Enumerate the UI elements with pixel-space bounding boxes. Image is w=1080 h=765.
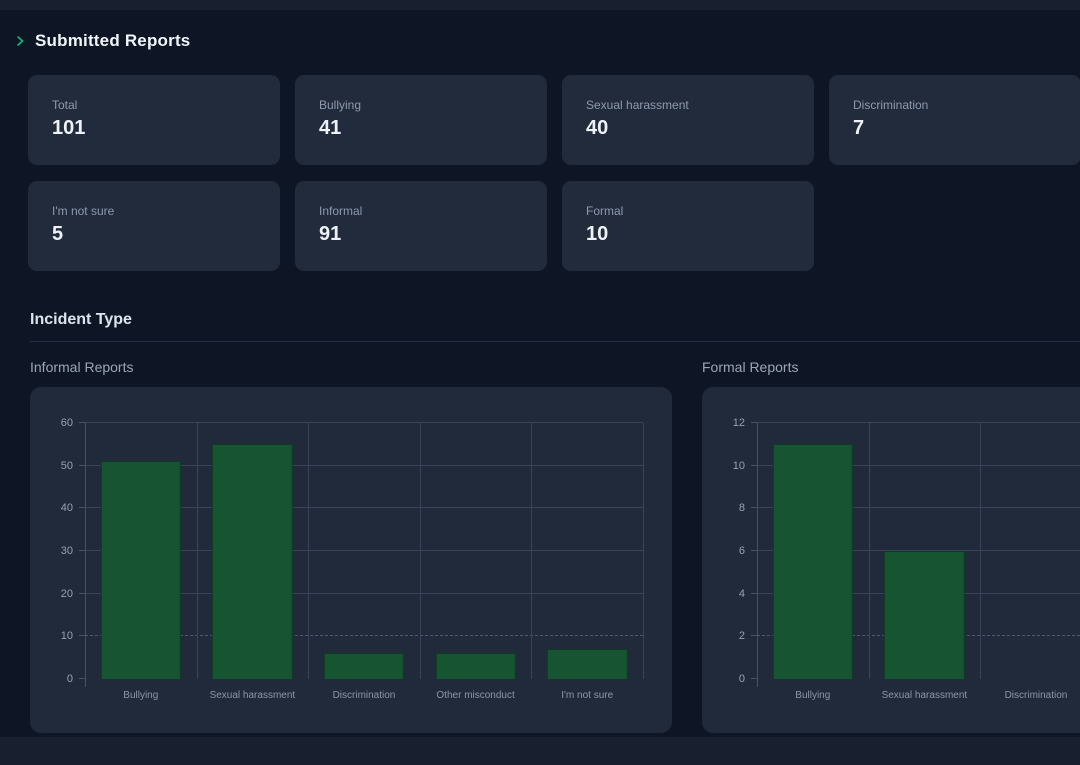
chevron-right-icon[interactable] [14, 35, 26, 47]
y-tick-label: 30 [61, 545, 73, 557]
y-tick-label: 60 [61, 417, 73, 429]
bar [547, 649, 627, 679]
formal-reports-chart: 0 2 4 6 8 10 12 BullyingSexual harassmentDiscri… [702, 387, 1080, 733]
x-category-label: Sexual harassment [197, 690, 309, 701]
stat-card-value: 101 [52, 117, 256, 140]
incident-type-heading: Incident Type [30, 311, 132, 329]
x-category-label: Bullying [85, 690, 197, 701]
bar-column [85, 423, 197, 679]
y-tick-label: 0 [739, 673, 745, 685]
stat-card-label: Bullying [319, 98, 523, 112]
x-category-label: Other misconduct [420, 690, 532, 701]
stat-card-value: 7 [853, 117, 1057, 140]
stat-card: Bullying 41 [295, 75, 547, 165]
y-tick-label: 0 [67, 673, 73, 685]
x-category-label: Bullying [757, 690, 869, 701]
stat-card: Total 101 [28, 75, 280, 165]
section-header[interactable]: Submitted Reports [14, 31, 190, 51]
stat-card: Informal 91 [295, 181, 547, 271]
stat-card: Discrimination 7 [829, 75, 1080, 165]
informal-reports-chart: 0 10 20 30 40 50 60 BullyingSexual harassmentDi… [30, 387, 672, 733]
plot-area: 0102030405060BullyingSexual harassmentDi… [85, 423, 643, 679]
stat-card-value: 40 [586, 117, 790, 140]
stat-card-label: Sexual harassment [586, 98, 790, 112]
bar [101, 461, 181, 679]
bar [435, 653, 515, 679]
x-category-label: Discrimination [308, 690, 420, 701]
stat-card: I'm not sure 5 [28, 181, 280, 271]
y-tick-label: 12 [733, 417, 745, 429]
stat-card-label: Discrimination [853, 98, 1057, 112]
bar [212, 444, 292, 679]
stat-card: Formal 10 [562, 181, 814, 271]
stat-card-label: Formal [586, 204, 790, 218]
y-tick-label: 2 [739, 630, 745, 642]
stat-card-value: 5 [52, 223, 256, 246]
y-tick-label: 4 [739, 588, 745, 600]
section-title: Submitted Reports [35, 31, 190, 51]
bar [324, 653, 404, 679]
bar-column [197, 423, 309, 679]
bar-column [531, 423, 643, 679]
stat-card-value: 41 [319, 117, 523, 140]
bar-column [308, 423, 420, 679]
x-category-label: I'm not sure [531, 690, 643, 701]
stat-card-value: 10 [586, 223, 790, 246]
stat-card-value: 91 [319, 223, 523, 246]
y-tick-label: 6 [739, 545, 745, 557]
section-divider [30, 341, 1080, 342]
y-tick-label: 10 [61, 630, 73, 642]
y-tick-label: 10 [733, 460, 745, 472]
bar [884, 551, 964, 679]
y-tick-label: 20 [61, 588, 73, 600]
y-tick-label: 40 [61, 502, 73, 514]
x-category-label: Sexual harassment [869, 690, 981, 701]
vertical-gridline [643, 423, 644, 679]
stat-card-label: I'm not sure [52, 204, 256, 218]
stat-card: Sexual harassment 40 [562, 75, 814, 165]
bar-column [420, 423, 532, 679]
bar-column [869, 423, 981, 679]
plot-area: 024681012BullyingSexual harassmentDiscri… [757, 423, 1080, 679]
chart-title-formal: Formal Reports [702, 359, 798, 375]
y-tick-label: 50 [61, 460, 73, 472]
stat-card-label: Informal [319, 204, 523, 218]
bar-column [980, 423, 1080, 679]
bar [773, 444, 853, 679]
summary-cards-grid: Total 101 Bullying 41 Sexual harassment 40 Dis… [28, 75, 1080, 271]
chart-title-informal: Informal Reports [30, 359, 133, 375]
bar-column [757, 423, 869, 679]
stat-card-label: Total [52, 98, 256, 112]
x-category-label: Discrimination [980, 690, 1080, 701]
y-tick-label: 8 [739, 502, 745, 514]
